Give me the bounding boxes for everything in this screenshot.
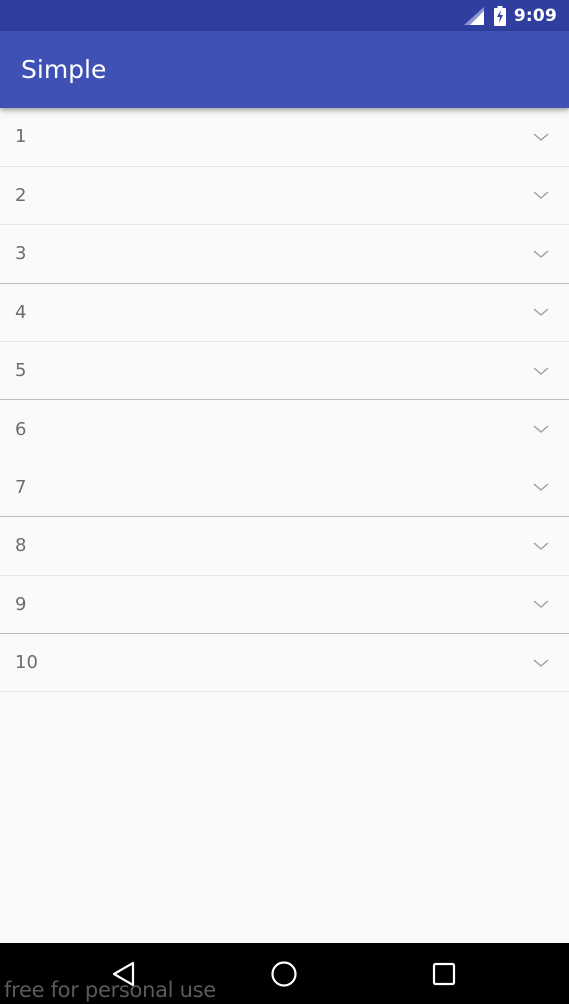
list-item-label: 10 <box>15 652 38 674</box>
list-item-3[interactable]: 3 <box>0 225 569 284</box>
chevron-down-icon[interactable] <box>533 656 549 670</box>
home-icon[interactable] <box>270 960 298 988</box>
list-item-7[interactable]: 7 <box>0 459 569 518</box>
list-item-10[interactable]: 10 <box>0 634 569 693</box>
list-item-label: 7 <box>15 476 27 498</box>
list-item-label: 8 <box>15 535 27 557</box>
chevron-down-icon[interactable] <box>533 480 549 494</box>
list-item-label: 1 <box>15 126 27 148</box>
status-time: 9:09 <box>513 5 557 26</box>
chevron-down-icon[interactable] <box>533 422 549 436</box>
chevron-down-icon[interactable] <box>533 305 549 319</box>
chevron-down-icon[interactable] <box>533 188 549 202</box>
signal-icon <box>463 6 484 25</box>
list-item-label: 3 <box>15 243 27 265</box>
status-icons: 9:09 <box>463 0 557 31</box>
list-item-label: 2 <box>15 184 27 206</box>
list-item-label: 4 <box>15 301 27 323</box>
app-bar: Simple <box>0 31 569 108</box>
recents-icon[interactable] <box>432 962 456 986</box>
list-item-label: 5 <box>15 360 27 382</box>
list-item-6[interactable]: 6 <box>0 400 569 458</box>
watermark-text: free for personal use <box>4 978 216 1002</box>
page-title: Simple <box>21 55 107 84</box>
list-item-4[interactable]: 4 <box>0 284 569 342</box>
list-item-1[interactable]: 1 <box>0 108 569 167</box>
battery-charging-icon <box>493 5 506 26</box>
chevron-down-icon[interactable] <box>533 539 549 553</box>
status-bar: 9:09 <box>0 0 569 31</box>
list-item-label: 6 <box>15 418 27 440</box>
list-item-9[interactable]: 9 <box>0 576 569 634</box>
chevron-down-icon[interactable] <box>533 364 549 378</box>
list-item-5[interactable]: 5 <box>0 342 569 401</box>
list-item-label: 9 <box>15 593 27 615</box>
expandable-list: 1 2 3 4 5 6 7 8 9 10 <box>0 108 569 693</box>
list-item-2[interactable]: 2 <box>0 167 569 226</box>
chevron-down-icon[interactable] <box>533 130 549 144</box>
chevron-down-icon[interactable] <box>533 597 549 611</box>
chevron-down-icon[interactable] <box>533 247 549 261</box>
list-item-8[interactable]: 8 <box>0 517 569 576</box>
